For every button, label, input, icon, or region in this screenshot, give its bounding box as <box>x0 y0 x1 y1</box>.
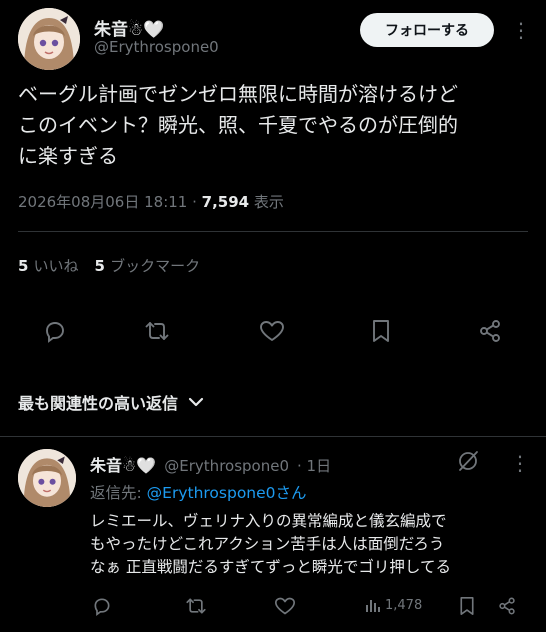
replying-to-link[interactable]: @Erythrospone0さん <box>147 484 307 502</box>
grok-icon[interactable] <box>455 448 481 474</box>
reply-header: 朱音☃🤍 @Erythrospone0 · 1日 <box>90 452 331 476</box>
tweet-text: ベーグル計画でゼンゼロ無限に時間が溶けるけど このイベント？瞬光、照、千夏でやる… <box>18 82 458 168</box>
bookmark-icon[interactable] <box>363 313 399 349</box>
follow-button[interactable]: フォローする <box>360 13 494 47</box>
divider-2 <box>0 436 546 437</box>
share-icon[interactable] <box>472 313 508 349</box>
views-count: 7,594 <box>201 193 250 211</box>
views-label: 表示 <box>249 193 284 211</box>
author-name[interactable]: 朱音☃🤍 <box>94 15 164 40</box>
like-icon[interactable] <box>254 313 290 349</box>
likes-label: いいね <box>33 257 79 275</box>
divider-1 <box>18 231 528 232</box>
replying-to: 返信先: @Erythrospone0さん <box>90 481 307 503</box>
reply-reply-icon[interactable] <box>90 594 114 618</box>
reply-retweet-icon[interactable] <box>184 594 208 618</box>
bookmarks-label: ブックマーク <box>110 257 201 275</box>
replies-sort-label: 最も関連性の高い返信 <box>18 394 179 413</box>
reply-icon[interactable] <box>37 313 73 349</box>
bookmarks-stat[interactable]: 5 ブックマーク <box>95 255 201 276</box>
reply-like-icon[interactable] <box>273 594 297 618</box>
reply-more-options-icon[interactable]: ⋮ <box>510 453 530 473</box>
replying-prefix: 返信先: <box>90 484 147 502</box>
likes-stat[interactable]: 5 いいね <box>18 255 79 276</box>
chevron-down-icon <box>188 396 204 408</box>
tweet-stats: 5 いいね 5 ブックマーク <box>18 255 200 276</box>
reply-avatar-image <box>18 449 76 507</box>
tweet-timestamp[interactable]: 2026年08月06日 18:11 <box>18 193 187 211</box>
author-handle[interactable]: @Erythrospone0 <box>94 38 219 56</box>
reply-author-handle[interactable]: @Erythrospone0 <box>164 457 289 475</box>
reply-views-count: 1,478 <box>385 597 423 613</box>
reply-text: レミエール、ヴェリナ入りの異常編成と儀玄編成で もやったけどこれアクション苦手は… <box>90 512 451 576</box>
reply-author-avatar[interactable] <box>18 449 76 507</box>
tweet-meta: 2026年08月06日 18:11 · 7,594 表示 <box>18 191 284 212</box>
views-icon <box>366 600 380 612</box>
replies-sort[interactable]: 最も関連性の高い返信 <box>18 390 204 414</box>
reply-time[interactable]: · 1日 <box>297 455 331 476</box>
reply-views[interactable]: 1,478 <box>364 596 422 614</box>
reply-author-name[interactable]: 朱音☃🤍 <box>90 452 156 476</box>
avatar-image <box>18 8 80 70</box>
author-avatar[interactable] <box>18 8 80 70</box>
likes-count: 5 <box>18 257 29 275</box>
reply-share-icon[interactable] <box>495 594 519 618</box>
retweet-icon[interactable] <box>139 313 175 349</box>
meta-separator: · <box>187 193 202 211</box>
more-options-icon[interactable]: ⋮ <box>511 20 531 40</box>
bookmarks-count: 5 <box>94 257 105 275</box>
reply-bookmark-icon[interactable] <box>455 594 479 618</box>
